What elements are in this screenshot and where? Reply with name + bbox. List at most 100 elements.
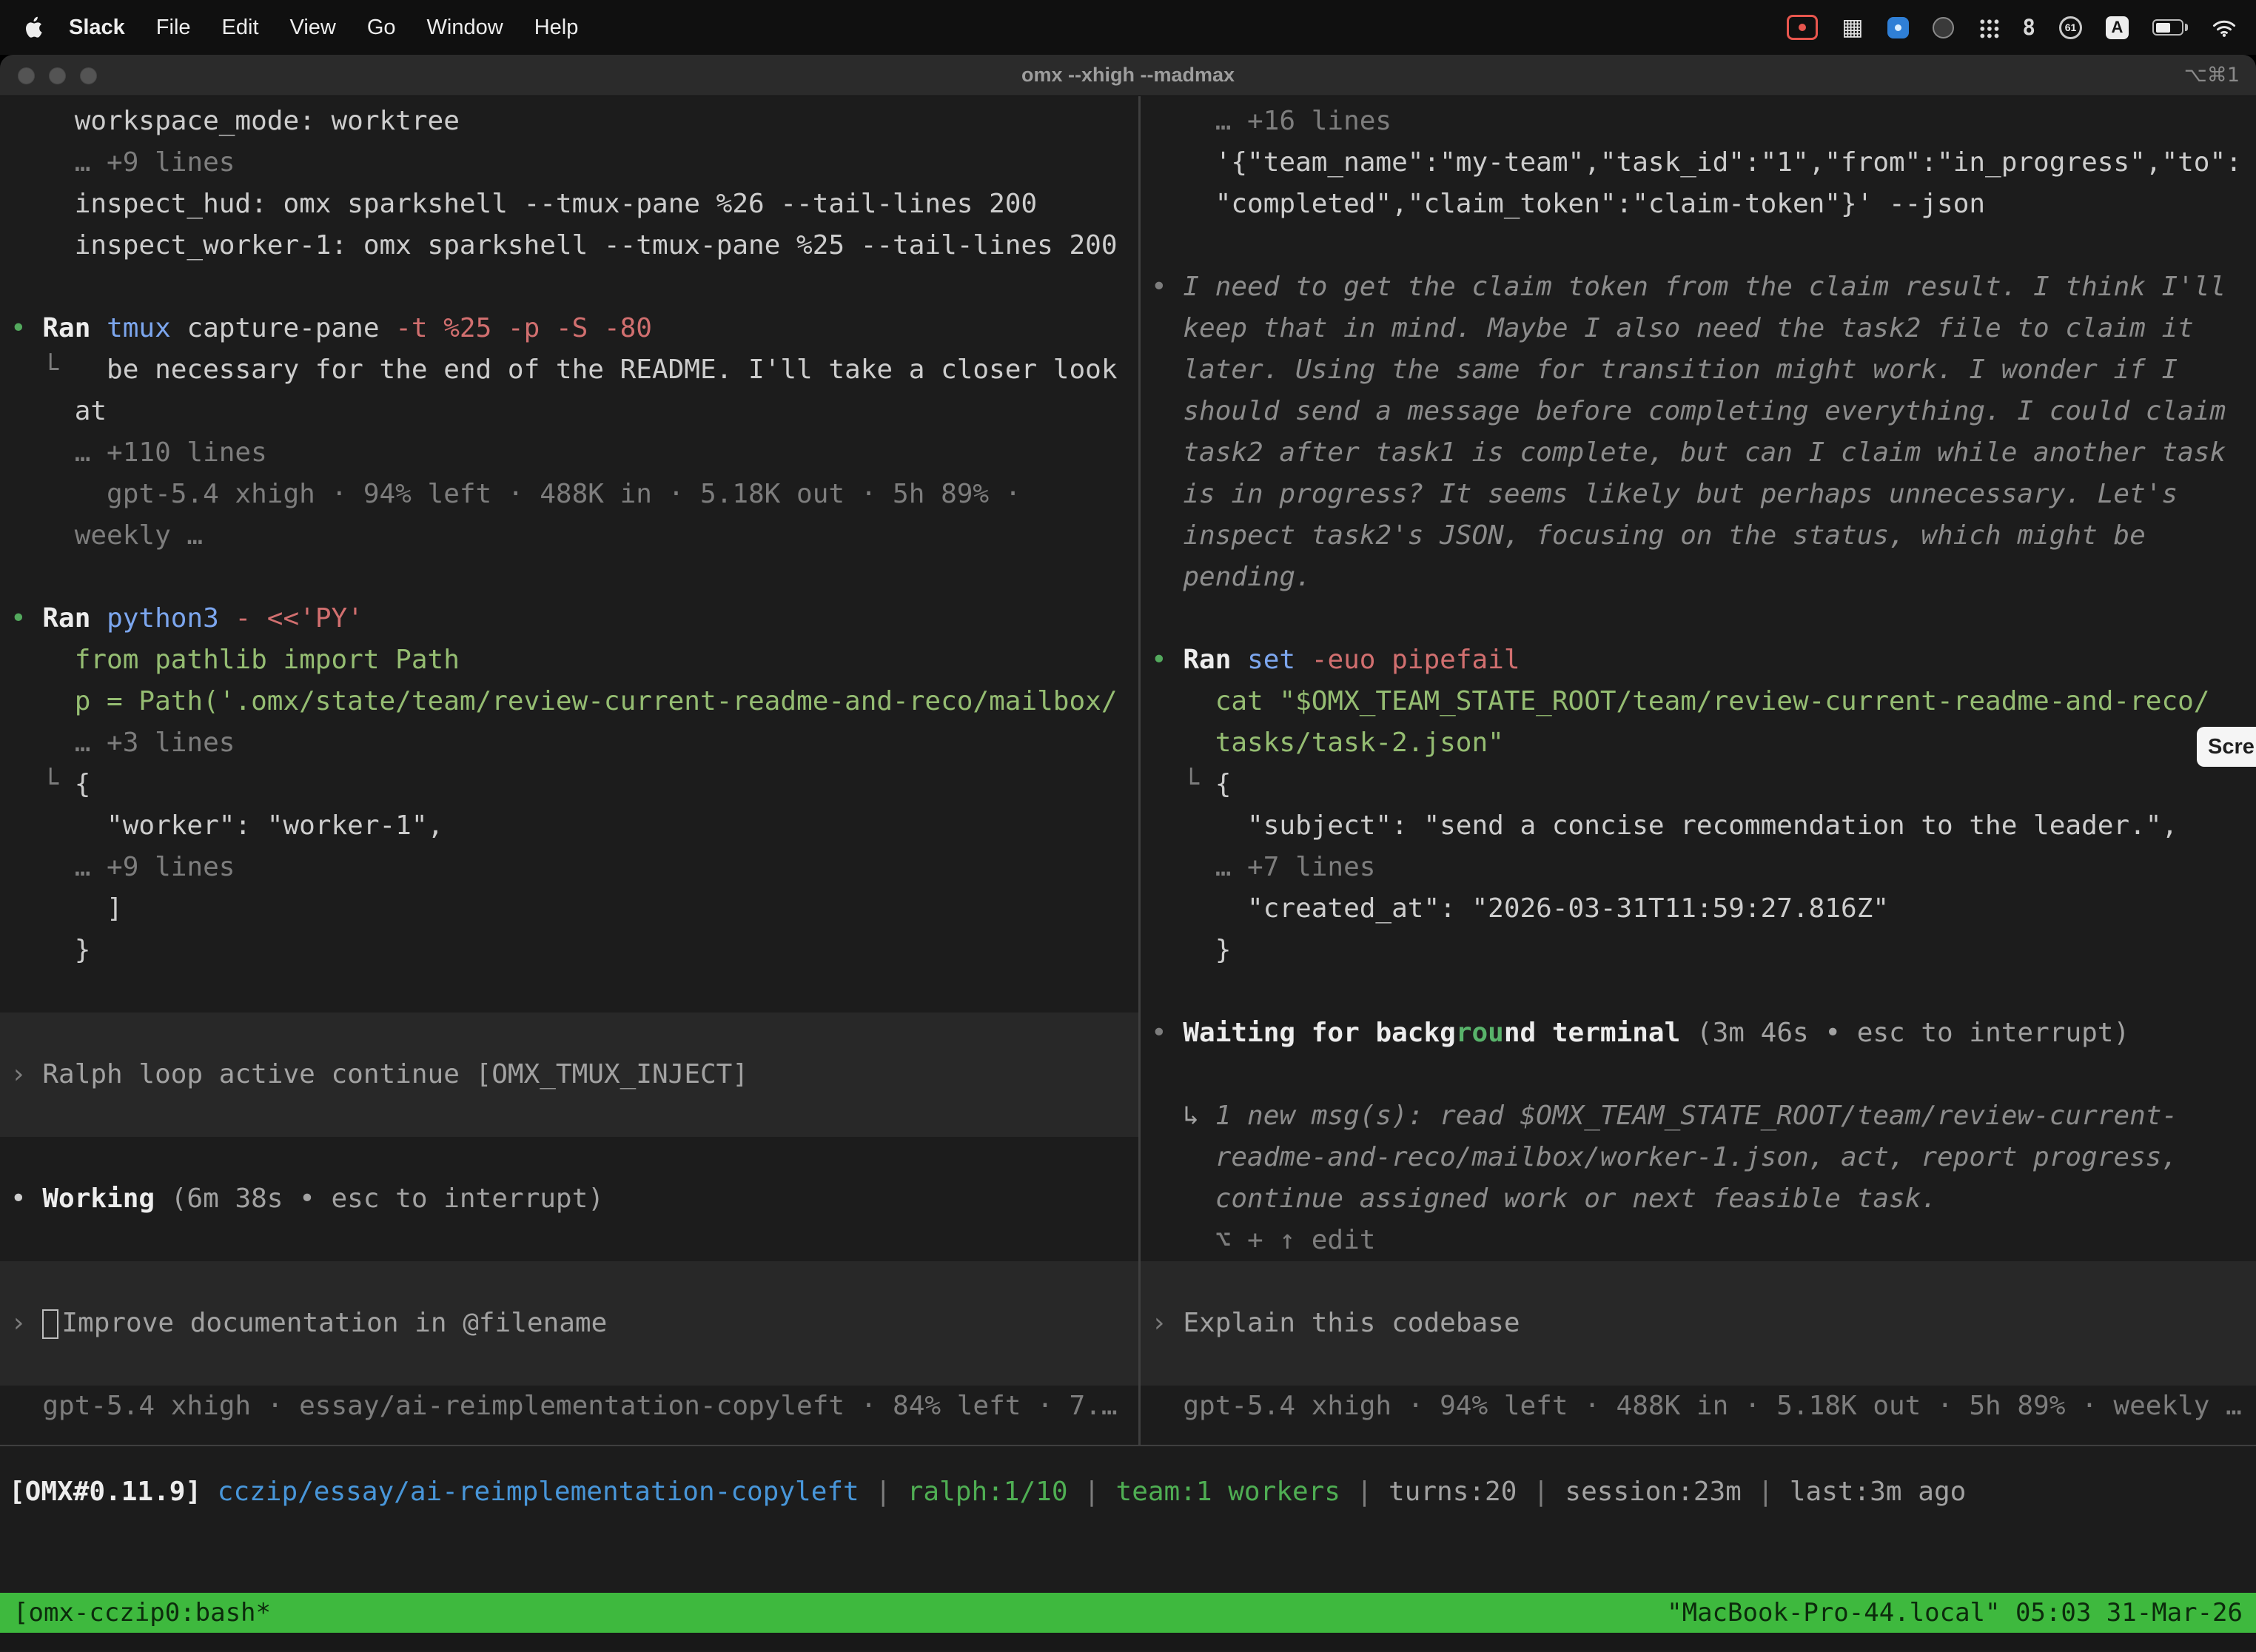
terminal-text-segment: rou [1456,1018,1504,1048]
menu-item-file[interactable]: File [141,16,207,39]
terminal-text-segment: … +9 lines [10,147,235,178]
terminal-line: should send a message before completing … [1141,391,2256,432]
terminal-text-segment: • [10,313,42,343]
terminal-line: readme-and-reco/mailbox/worker-1.json, a… [1141,1137,2256,1178]
terminal-line: later. Using the same for transition mig… [1141,349,2256,391]
menu-item-window[interactable]: Window [412,16,519,39]
terminal-line: • Working (6m 38s • esc to interrupt) [0,1178,1138,1220]
terminal-text-segment: "subject": "send a concise recommendatio… [1151,810,2178,841]
terminal-text-segment: last:3m ago [1790,1477,1966,1507]
terminal-text-segment: • [10,1183,42,1214]
terminal-text-segment: └ [10,769,75,799]
terminal-text-segment: • [1151,1018,1183,1048]
battery-icon[interactable] [2152,19,2188,36]
apple-menu[interactable] [24,16,43,38]
terminal-text-segment: Ran [1183,645,1247,675]
terminal-line: inspect task2's JSON, focusing on the st… [1141,515,2256,557]
terminal-text-segment: be necessary for the end of the README. … [107,355,1117,385]
terminal-text-segment: Explain this codebase [1183,1308,1520,1338]
terminal-text-segment: I need to get the claim token from the c… [1183,272,2226,302]
terminal-text-segment: gpt-5.4 xhigh · 94% left · 488K in · 5.1… [10,479,1021,509]
terminal-text-segment: inspect_hud: omx sparkshell --tmux-pane … [10,189,1037,219]
terminal-window: omx --xhigh --madmax ⌥⌘1 workspace_mode:… [0,55,2256,1652]
tmux-status-bar: [omx-cczip0:bash* "MacBook-Pro-44.local"… [0,1593,2256,1633]
key-icon[interactable]: 8 [2023,15,2035,40]
menu-item-go[interactable]: Go [352,16,412,39]
terminal-text-segment: Waiting for backg [1183,1018,1455,1048]
terminal-text-segment: should send a message before completing … [1151,396,2226,426]
terminal-text-segment: { [1215,769,1232,799]
terminal-text-segment: … +110 lines [10,437,267,468]
menu-item-help[interactable]: Help [519,16,594,39]
terminal-text-segment: › [10,1308,42,1338]
terminal-line [1141,971,2256,1013]
terminal-line: gpt-5.4 xhigh · 94% left · 488K in · 5.1… [1141,1386,2256,1427]
zoom-button[interactable] [80,67,97,84]
terminal-text-segment: ] [10,893,123,924]
terminal-text-segment: -t %25 -p -S -80 [395,313,652,343]
terminal-line: task2 after task1 is complete, but can I… [1141,432,2256,474]
menu-item-slack[interactable]: Slack [53,16,141,39]
apps-grid-icon[interactable] [1978,17,1999,38]
app-icon-blue[interactable] [1887,17,1909,38]
terminal-text-segment: team:1 workers [1116,1477,1340,1507]
terminal-cursor [42,1309,58,1339]
terminal-line: weekly … [0,515,1138,557]
terminal-line: inspect_hud: omx sparkshell --tmux-pane … [0,184,1138,225]
terminal-text-segment: └ [10,355,107,385]
terminal-line [0,1137,1138,1178]
terminal-text-segment: cat "$OMX_TEAM_STATE_ROOT/team/review-cu… [1151,686,2209,716]
terminal-text-segment: └ [1151,769,1215,799]
menu-item-view[interactable]: View [275,16,352,39]
terminal-text-segment: 1 new msg(s): read $OMX_TEAM_STATE_ROOT/… [1215,1101,2178,1131]
terminal-line: } [1141,930,2256,971]
right-pane: … +16 lines '{"team_name":"my-team","tas… [1141,96,2256,1445]
wifi-icon[interactable] [2212,19,2237,37]
terminal-text-segment: | [1517,1477,1565,1507]
terminal-text-segment: ralph:1/10 [907,1477,1068,1507]
screen-recording-icon[interactable] [1787,15,1818,40]
grid-icon[interactable]: ▦ [1842,14,1863,41]
terminal-line: inspect_worker-1: omx sparkshell --tmux-… [0,225,1138,266]
terminal-line [0,1095,1138,1137]
terminal-text-segment: "created_at": "2026-03-31T11:59:27.816Z" [1151,893,1889,924]
app-icon-blue-dot [1895,24,1901,31]
record-dot-icon [1799,24,1806,31]
terminal-text-segment: › [10,1059,42,1089]
terminal-text-segment: workspace_mode: worktree [10,106,460,136]
terminal-line: … +16 lines [1141,101,2256,142]
terminal-line: p = Path('.omx/state/team/review-current… [0,681,1138,722]
terminal-text-segment: Improve documentation in @filename [61,1308,607,1338]
terminal-text-segment: … +16 lines [1151,106,1391,136]
terminal-text-segment: | [1068,1477,1116,1507]
terminal-line: └ { [0,764,1138,805]
terminal-line: └ { [1141,764,2256,805]
terminal-text-segment: • [1151,272,1183,302]
terminal-line: "worker": "worker-1", [0,805,1138,847]
close-button[interactable] [18,67,35,84]
terminal-text-segment: | [1742,1477,1790,1507]
app-icon-dark[interactable] [1933,17,1954,38]
terminal-text-segment: | [1340,1477,1389,1507]
terminal-text-segment: Ralph loop active continue [OMX_TMUX_INJ… [42,1059,748,1089]
menu-item-edit[interactable]: Edit [207,16,275,39]
terminal-line: pending. [1141,557,2256,598]
terminal-text-segment: is in progress? It seems likely but perh… [1151,479,2178,509]
terminal-text-segment: turns:20 [1389,1477,1517,1507]
terminal-text-segment: weekly … [10,520,203,551]
terminal-text-segment: readme-and-reco/mailbox/worker-1.json, a… [1151,1142,2178,1172]
terminal-text-segment: | [859,1477,907,1507]
minimize-button[interactable] [49,67,66,84]
screen-overlay-pill[interactable]: Scre [2197,727,2256,767]
terminal-line: gpt-5.4 xhigh · 94% left · 488K in · 5.1… [0,474,1138,515]
terminal-text-segment: task2 after task1 is complete, but can I… [1151,437,2226,468]
terminal-line: "subject": "send a concise recommendatio… [1141,805,2256,847]
gauge-icon[interactable]: 61 [2059,16,2082,39]
terminal-line: tasks/task-2.json" [1141,722,2256,764]
terminal-text-segment: tasks/task-2.json" [1151,728,1504,758]
input-source-icon[interactable]: A [2106,16,2129,39]
menu-bar-status-icons: ▦ 8 61 A [1787,14,2237,41]
terminal-line: … +9 lines [0,142,1138,184]
terminal-text-segment: Ran [42,603,107,634]
window-shortcut-badge: ⌥⌘1 [2184,64,2240,87]
